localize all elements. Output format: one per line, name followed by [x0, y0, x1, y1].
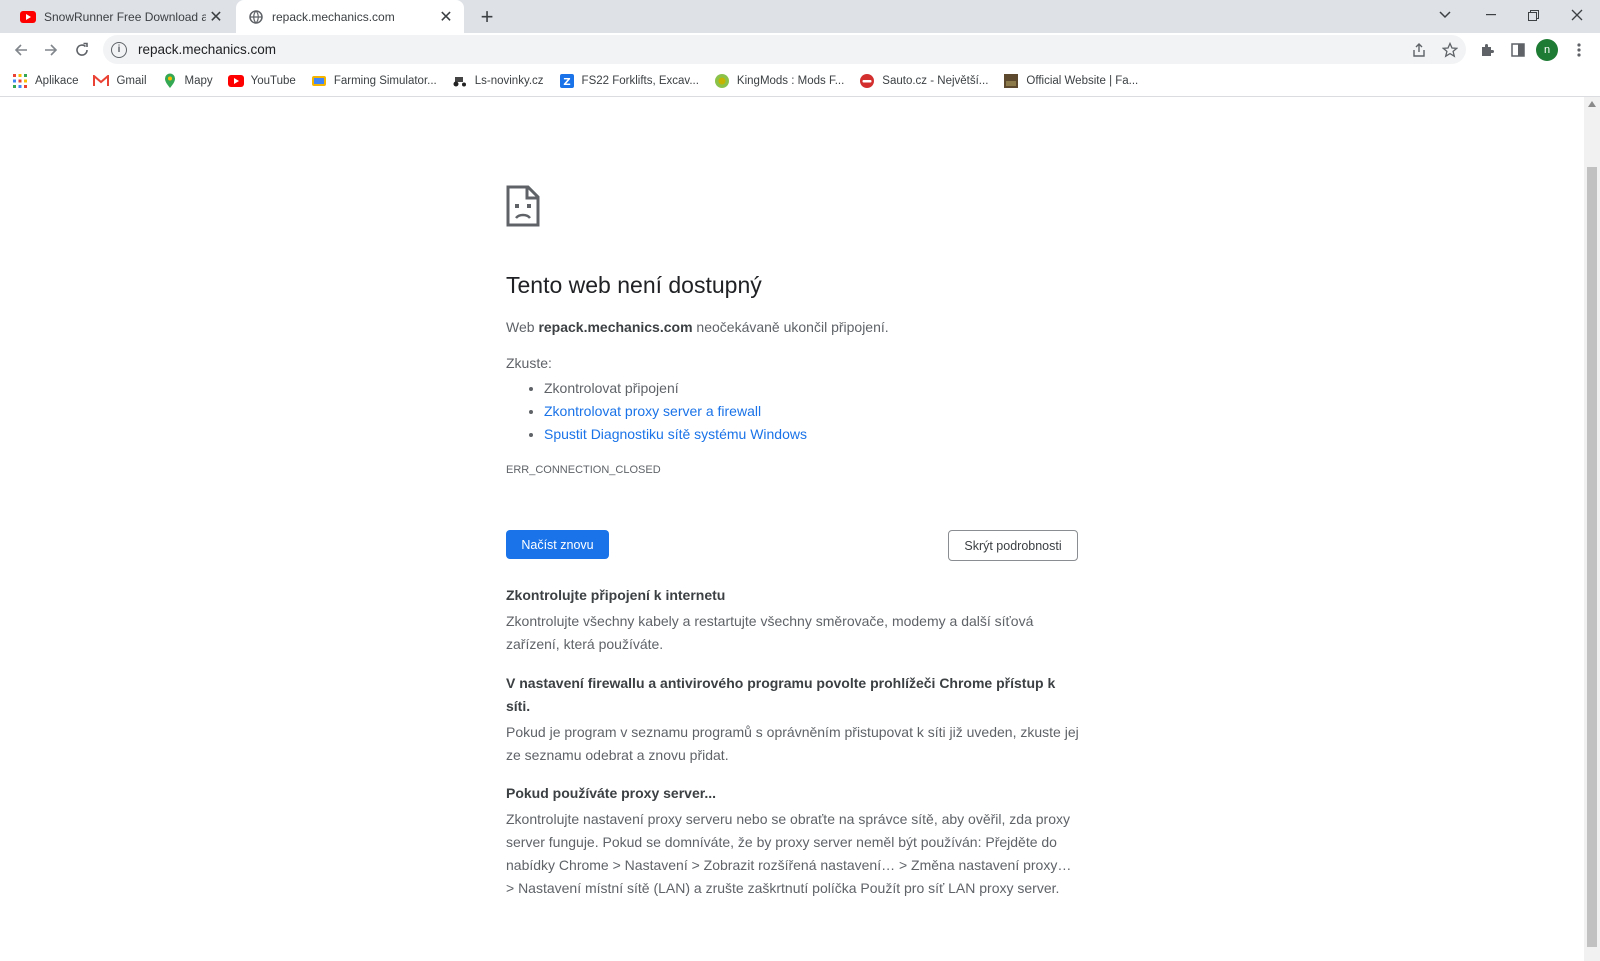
tab-title: SnowRunner Free Download and	[44, 9, 206, 24]
new-tab-button[interactable]: +	[474, 4, 500, 30]
bookmark-youtube[interactable]: YouTube	[227, 73, 296, 89]
suggestions-list: Zkontrolovat připojení Zkontrolovat prox…	[544, 377, 807, 446]
bookmark-label: Farming Simulator...	[333, 75, 437, 87]
side-panel-icon[interactable]	[1505, 37, 1531, 63]
error-heading: Tento web není dostupný	[506, 272, 762, 298]
restore-icon[interactable]	[1510, 0, 1556, 30]
bookmark-label: Sauto.cz - Největší...	[882, 75, 989, 87]
details-section-internet: Zkontrolujte připojení k internetu Zkont…	[506, 584, 1081, 656]
details-section-proxy: Pokud používáte proxy server... Zkontrol…	[506, 782, 1081, 900]
bookmark-farming-simulator[interactable]: Farming Simulator...	[311, 73, 437, 89]
youtube-icon	[227, 73, 244, 89]
apps-grid-icon	[12, 73, 28, 89]
website-icon	[1003, 73, 1019, 89]
details-text: Zkontrolujte všechny kabely a restartujt…	[506, 613, 1034, 652]
window-close-icon[interactable]	[1554, 0, 1600, 30]
reload-icon[interactable]	[69, 37, 95, 63]
error-code: ERR_CONNECTION_CLOSED	[506, 464, 661, 476]
details-section-firewall: V nastavení firewallu a antivirového pro…	[506, 672, 1081, 767]
hide-details-button[interactable]: Skrýt podrobnosti	[948, 530, 1078, 561]
suggestion-proxy-firewall-link[interactable]: Zkontrolovat proxy server a firewall	[544, 400, 807, 423]
browser-toolbar: i repack.mechanics.com n	[0, 33, 1600, 66]
share-icon[interactable]	[1406, 37, 1432, 63]
url-text: repack.mechanics.com	[138, 42, 277, 57]
tab-snowrunner[interactable]: SnowRunner Free Download and ✕	[8, 0, 234, 33]
details-heading: V nastavení firewallu a antivirového pro…	[506, 675, 1056, 714]
bookmark-label: YouTube	[250, 75, 296, 87]
tractor-icon	[452, 73, 468, 89]
error-message: Web repack.mechanics.com neočekávaně uko…	[506, 319, 889, 335]
maps-pin-icon	[162, 73, 178, 89]
minimize-icon[interactable]	[1468, 0, 1514, 30]
gmail-icon	[93, 73, 110, 89]
bookmark-label: Ls-novinky.cz	[474, 75, 544, 87]
extensions-puzzle-icon[interactable]	[1474, 37, 1500, 63]
close-tab-icon[interactable]: ✕	[436, 7, 456, 27]
tab-title: repack.mechanics.com	[272, 9, 395, 24]
bookmark-ls-novinky[interactable]: Ls-novinky.cz	[452, 73, 544, 89]
bookmark-star-icon[interactable]	[1437, 37, 1463, 63]
details-heading: Zkontrolujte připojení k internetu	[506, 587, 726, 603]
back-arrow-icon[interactable]	[8, 37, 34, 63]
scroll-up-arrow-icon[interactable]	[1588, 101, 1596, 107]
tab-search-chevron-icon[interactable]	[1422, 0, 1468, 30]
scrollbar-thumb[interactable]	[1587, 167, 1597, 947]
details-text: Pokud je program v seznamu programů s op…	[506, 724, 1079, 763]
fs22-icon: Z	[559, 73, 575, 89]
bookmark-sauto[interactable]: Sauto.cz - Největší...	[859, 73, 988, 89]
youtube-icon	[20, 9, 36, 25]
sad-document-icon	[506, 185, 540, 227]
sauto-icon	[859, 73, 875, 89]
tab-strip: SnowRunner Free Download and ✕ repack.me…	[0, 0, 1600, 33]
try-label: Zkuste:	[506, 355, 552, 371]
globe-icon	[248, 9, 264, 25]
address-bar[interactable]: i repack.mechanics.com	[103, 35, 1466, 64]
bookmark-label: Mapy	[184, 75, 213, 87]
bookmark-aplikace[interactable]: Aplikace	[12, 73, 78, 89]
kingmods-icon	[714, 73, 730, 89]
forward-arrow-icon[interactable]	[38, 37, 64, 63]
message-suffix: neočekávaně ukončil připojení.	[696, 319, 889, 335]
svg-text:Z: Z	[563, 77, 570, 88]
menu-dots-icon[interactable]	[1566, 37, 1592, 63]
page-scrollbar[interactable]	[1584, 97, 1600, 961]
profile-avatar[interactable]: n	[1536, 39, 1558, 61]
details-text: Zkontrolujte nastavení proxy serveru neb…	[506, 811, 1072, 896]
bookmark-label: FS22 Forklifts, Excav...	[581, 75, 699, 87]
site-info-icon[interactable]: i	[111, 41, 127, 58]
bookmark-official-website[interactable]: Official Website | Fa...	[1003, 73, 1138, 89]
message-prefix: Web	[506, 319, 535, 335]
bookmark-label: KingMods : Mods F...	[736, 75, 845, 87]
bookmark-gmail[interactable]: Gmail	[93, 73, 147, 89]
close-tab-icon[interactable]: ✕	[206, 7, 226, 27]
error-host: repack.mechanics.com	[538, 319, 693, 335]
bookmark-label: Official Website | Fa...	[1026, 75, 1139, 87]
bookmark-kingmods[interactable]: KingMods : Mods F...	[714, 73, 844, 89]
suggestion-check-connection: Zkontrolovat připojení	[544, 377, 807, 400]
reload-button[interactable]: Načíst znovu	[506, 530, 609, 559]
suggestion-network-diagnostics-link[interactable]: Spustit Diagnostiku sítě systému Windows	[544, 423, 807, 446]
bookmark-fs22[interactable]: Z FS22 Forklifts, Excav...	[559, 73, 699, 89]
tab-repack[interactable]: repack.mechanics.com ✕	[236, 0, 464, 33]
bookmark-label: Gmail	[116, 75, 147, 87]
bookmark-label: Aplikace	[35, 75, 79, 87]
bookmarks-bar: Aplikace Gmail Mapy YouTube Farming Simu…	[0, 66, 1600, 97]
bookmark-mapy[interactable]: Mapy	[162, 73, 213, 89]
farming-simulator-icon	[311, 73, 327, 89]
details-heading: Pokud používáte proxy server...	[506, 785, 717, 801]
